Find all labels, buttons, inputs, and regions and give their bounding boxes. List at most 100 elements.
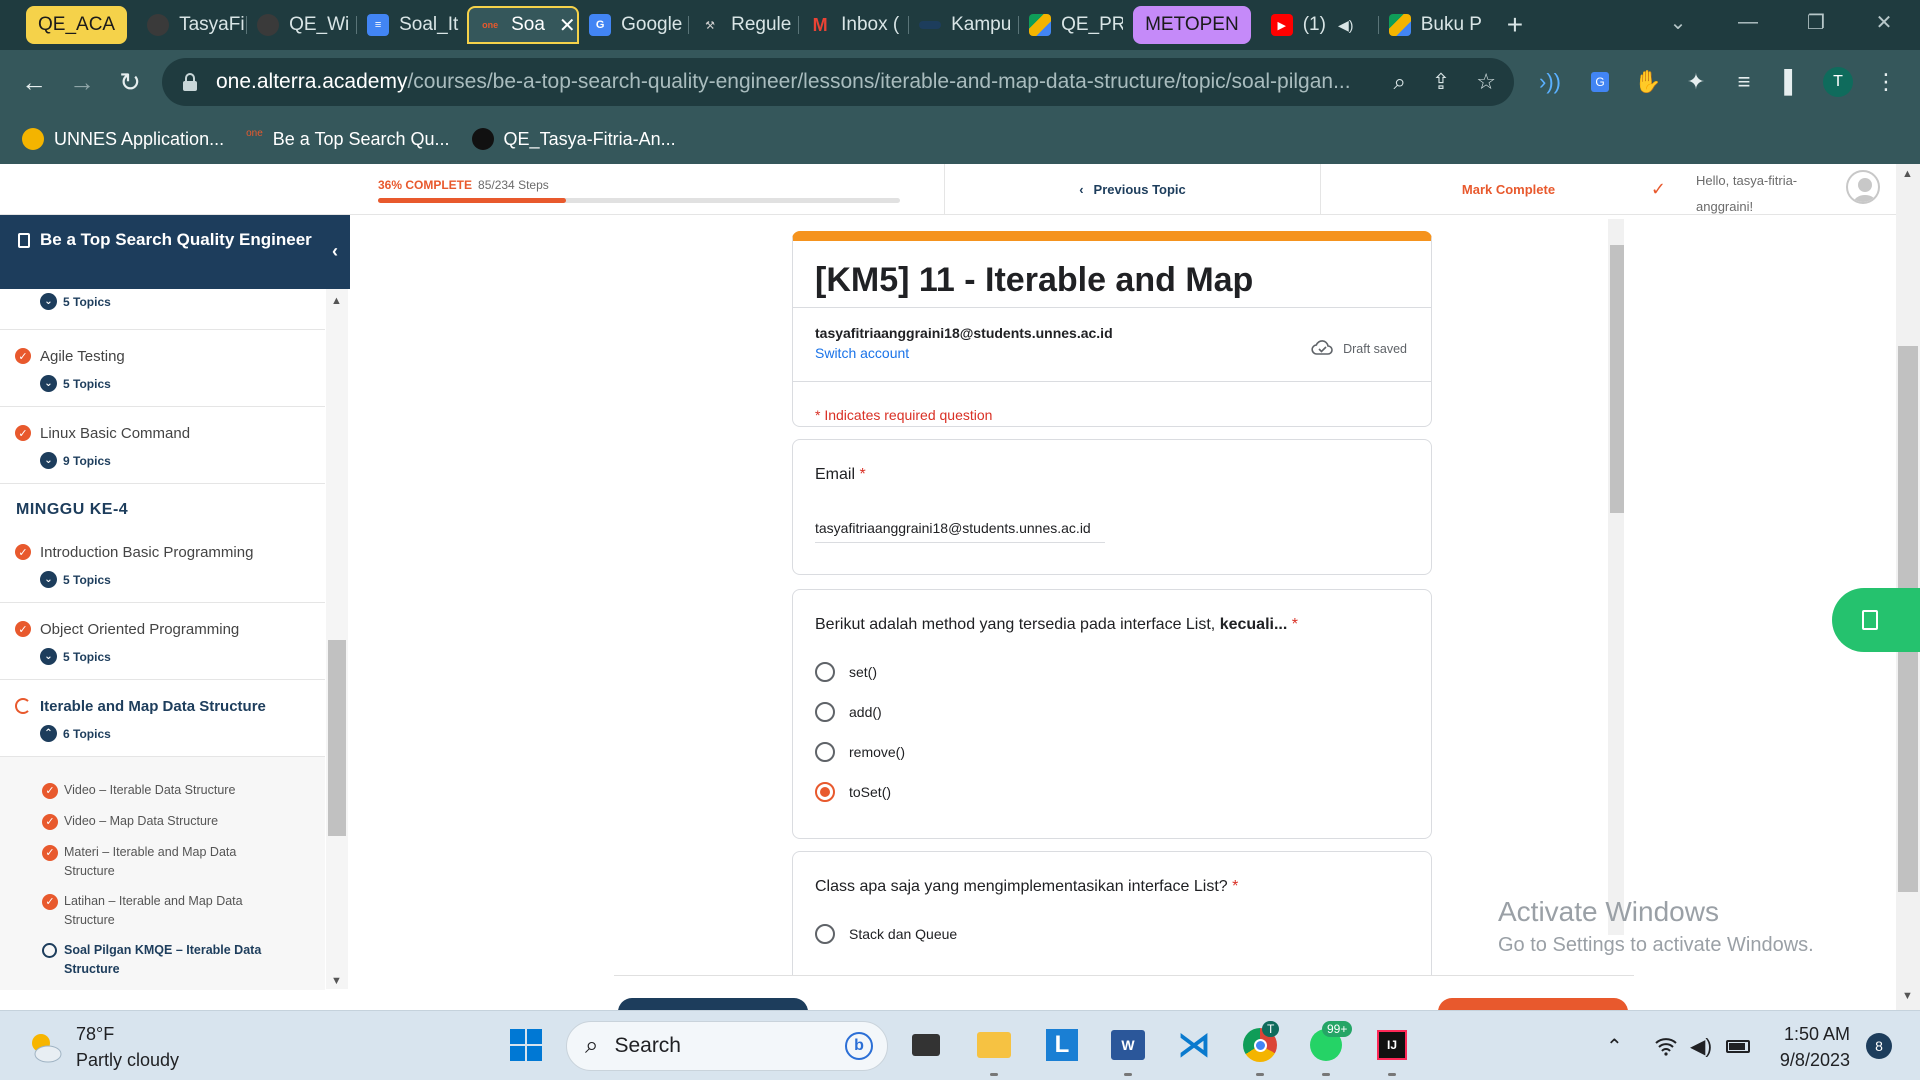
vscode-icon[interactable]: ⋊ [1174,1025,1214,1065]
radio-option[interactable]: add() [815,702,882,722]
sidebar-lesson-prev[interactable]: ⌄ 5 Topics [0,289,325,330]
bookmarks-bar: UNNES Application... one Be a Top Search … [0,114,1920,164]
form-header-card: [KM5] 11 - Iterable and Map tasyafitriaa… [792,231,1432,427]
app-l-icon[interactable]: L [1042,1025,1082,1065]
profile-avatar[interactable]: T [1822,60,1854,104]
subtopic-video-iterable[interactable]: ✓ Video – Iterable Data Structure [40,781,290,800]
radio-option[interactable]: Stack dan Queue [815,924,957,944]
restore-button[interactable]: ❐ [1786,0,1846,44]
whatsapp-badge: 99+ [1322,1021,1353,1037]
weather-widget[interactable]: 78°F Partly cloudy [26,1021,179,1073]
tab-google-translate[interactable]: G Google [579,6,690,44]
subtopic-video-map[interactable]: ✓ Video – Map Data Structure [40,812,290,831]
sidebar-lesson-oop[interactable]: ✓ Object Oriented Programming ⌄ 5 Topics [0,603,325,680]
scroll-up-arrow-icon[interactable]: ▲ [331,295,342,307]
radio-option[interactable]: set() [815,662,877,682]
radio-button[interactable] [815,924,835,944]
windows-start-icon[interactable] [506,1025,546,1065]
cast-icon[interactable]: ›)) [1534,60,1566,104]
share-icon[interactable]: ⇪ [1432,69,1450,95]
check-circle-icon: ✓ [15,544,31,560]
tab-group-metopen[interactable]: METOPEN [1133,6,1251,44]
system-clock[interactable]: 1:50 AM 9/8/2023 [1754,1021,1850,1073]
minimize-button[interactable]: — [1718,0,1778,44]
required-note: * Indicates required question [815,407,993,423]
sidebar-scrollbar[interactable] [326,289,348,989]
chevron-down-icon: ⌄ [40,648,57,665]
collapse-sidebar-icon[interactable]: ‹ [332,241,338,262]
sidebar-lesson-agile-testing[interactable]: ✓ Agile Testing ⌄ 5 Topics [0,330,325,407]
new-tab-button[interactable]: + [1507,9,1523,41]
word-icon[interactable]: W [1108,1025,1148,1065]
google-form-embed: [KM5] 11 - Iterable and Map tasyafitriaa… [350,215,1624,975]
tab-search-icon[interactable]: ⌄ [1648,0,1708,44]
bookmark-unnes[interactable]: UNNES Application... [22,128,224,150]
tray-overflow-icon[interactable]: ⌃ [1606,1011,1623,1080]
sidebar-lesson-iterable-map[interactable]: Iterable and Map Data Structure ⌃ 6 Topic… [0,680,325,757]
back-button[interactable]: ← [10,58,58,106]
adblock-icon[interactable]: ✋ [1632,60,1664,104]
bookmark-alterra[interactable]: one Be a Top Search Qu... [246,128,449,150]
question-title: Class apa saja yang mengimplementasikan … [815,878,1239,895]
bookmark-star-icon[interactable]: ☆ [1476,69,1496,95]
section-heading: MINGGU KE-4 [16,501,129,518]
scroll-down-arrow-icon[interactable]: ▼ [1902,990,1913,1002]
subtopic-soal-pilgan[interactable]: Soal Pilgan KMQE – Iterable Data Structu… [40,941,290,979]
side-panel-icon[interactable]: ▌ [1776,60,1808,104]
tab-kampus[interactable]: Kampu [909,6,1020,44]
radio-button[interactable] [815,662,835,682]
translate-extension-icon[interactable]: G [1584,60,1616,104]
kampus-icon [919,21,942,29]
tab-docs-soal[interactable]: ≡ Soal_It [357,6,467,44]
taskbar-search[interactable]: ⌕ Search b [566,1021,888,1071]
volume-icon[interactable]: ◀) [1690,1011,1712,1080]
wifi-icon[interactable] [1654,1011,1678,1080]
close-window-button[interactable]: ✕ [1854,0,1914,44]
scroll-up-arrow-icon[interactable]: ▲ [1902,168,1913,180]
radio-button-checked[interactable] [815,782,835,802]
reload-button[interactable]: ↻ [106,58,154,106]
previous-topic-button[interactable]: ‹ Previous Topic [944,164,1320,215]
file-explorer-icon[interactable] [974,1025,1014,1065]
email-field[interactable]: tasyafitriaanggraini18@students.unnes.ac… [815,520,1105,543]
intellij-icon[interactable]: IJ [1372,1025,1412,1065]
forward-button[interactable]: → [58,58,106,106]
tab-github-qe-wi[interactable]: QE_Wi [247,6,358,44]
floating-chat-button[interactable] [1832,588,1920,652]
running-indicator [990,1073,998,1076]
radio-button[interactable] [815,742,835,762]
radio-option-selected[interactable]: toSet() [815,782,891,802]
subtopic-materi[interactable]: ✓ Materi – Iterable and Map Data Structur… [40,843,290,881]
bookmark-github[interactable]: QE_Tasya-Fitria-An... [471,128,676,150]
tab-drive-buku[interactable]: Buku P [1379,6,1489,44]
tab-youtube[interactable]: ▶ (1) ◀) [1261,6,1379,44]
tab-alterra-active[interactable]: one Soa ✕ [467,6,580,44]
sidebar-lesson-linux[interactable]: ✓ Linux Basic Command ⌄ 9 Topics [0,407,325,484]
chrome-menu-icon[interactable]: ⋮ [1870,60,1902,104]
close-tab-icon[interactable]: ✕ [559,13,576,38]
extensions-puzzle-icon[interactable]: ✦ [1680,60,1712,104]
tab-gmail-inbox[interactable]: M Inbox ( [799,6,910,44]
zoom-icon[interactable]: ⌕ [1394,69,1406,95]
tab-group-qe-aca[interactable]: QE_ACA [26,6,128,44]
media-control-icon[interactable]: ≡ [1728,60,1760,104]
user-avatar[interactable] [1846,170,1880,204]
tab-drive-qe-pr[interactable]: QE_PR [1019,6,1123,44]
sidebar-lesson-intro-programming[interactable]: ✓ Introduction Basic Programming ⌄ 5 Topi… [0,526,325,603]
check-circle-icon: ✓ [15,348,31,364]
task-view-icon[interactable] [906,1025,946,1065]
battery-icon[interactable] [1726,1011,1750,1080]
user-greeting: Hello, tasya-fitria-anggraini! [1696,173,1798,214]
sidebar-scroll-thumb[interactable] [328,640,346,836]
subtopic-latihan[interactable]: ✓ Latihan – Iterable and Map Data Structu… [40,892,290,930]
scroll-down-arrow-icon[interactable]: ▼ [331,975,342,987]
tab-github-tasya[interactable]: TasyaFi [137,6,248,44]
mark-complete-button[interactable]: Mark Complete ✓ [1320,164,1696,215]
tab-regule[interactable]: ⚒ Regule [689,6,800,44]
form-scroll-thumb[interactable] [1610,245,1624,513]
radio-button[interactable] [815,702,835,722]
address-bar[interactable]: one.alterra.academy /courses/be-a-top-se… [162,58,1514,106]
notification-badge[interactable]: 8 [1866,1033,1892,1059]
radio-option[interactable]: remove() [815,742,905,762]
switch-account-link[interactable]: Switch account [815,345,909,361]
